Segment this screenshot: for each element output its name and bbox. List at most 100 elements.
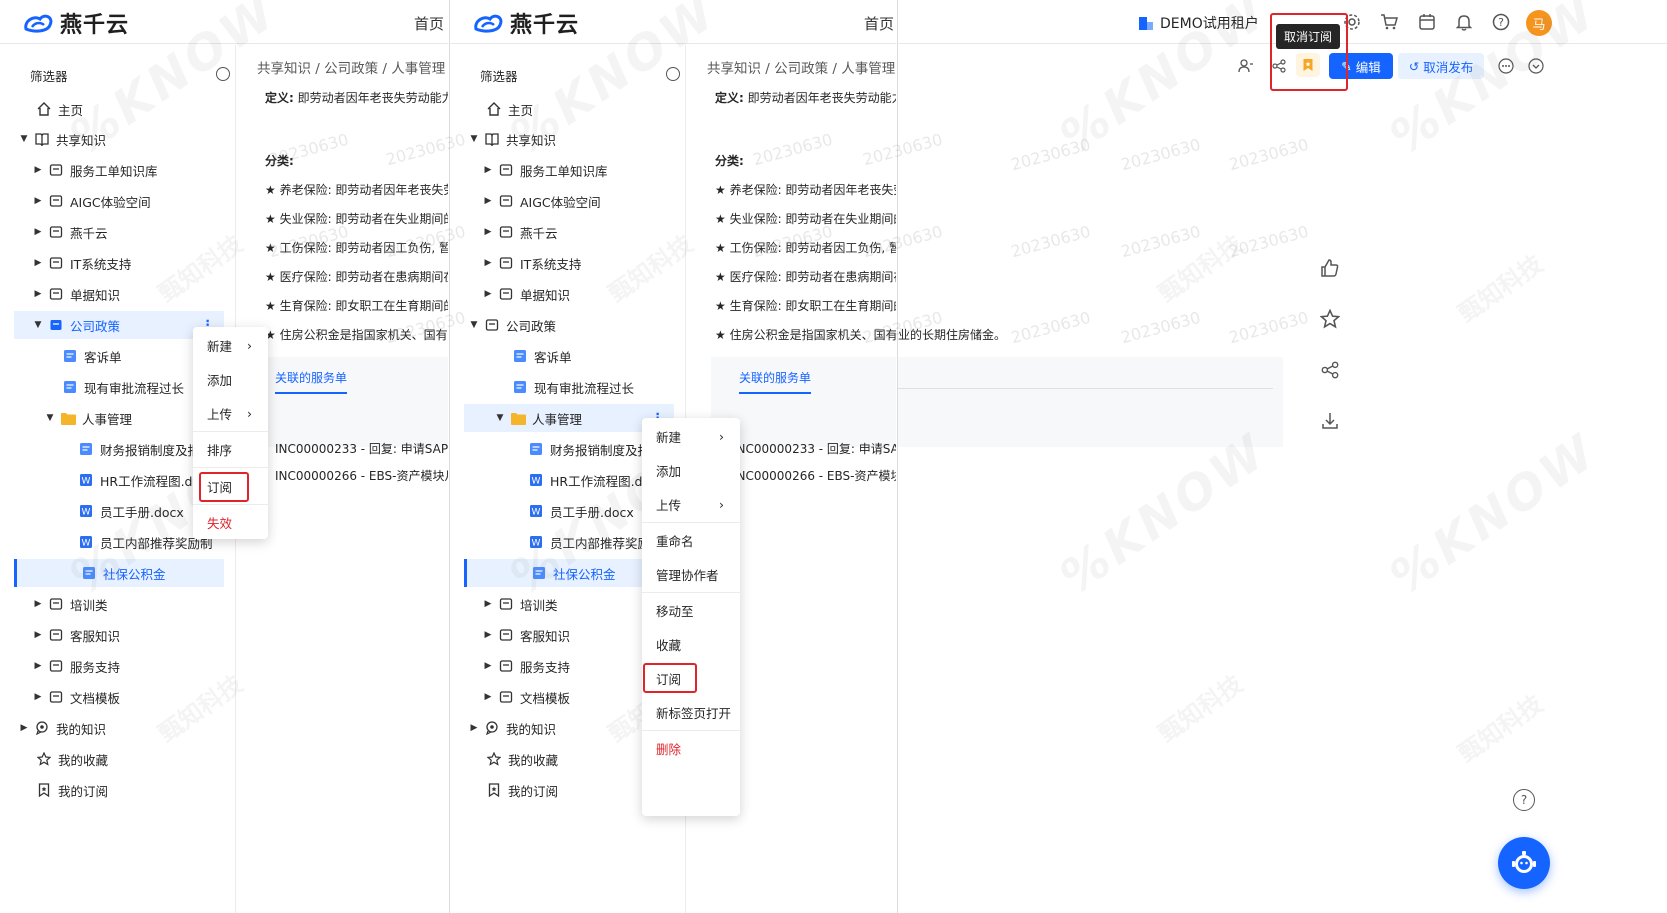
caret-right-icon[interactable]: ▶ bbox=[482, 692, 494, 702]
nav-home[interactable]: 首页 bbox=[414, 13, 444, 34]
menu-add[interactable]: 添加 bbox=[193, 363, 268, 395]
caret-right-icon[interactable]: ▶ bbox=[32, 165, 44, 175]
caret-right-icon[interactable]: ▶ bbox=[32, 258, 44, 268]
caret-right-icon[interactable]: ▶ bbox=[32, 289, 44, 299]
menu-new[interactable]: 新建 › bbox=[642, 420, 740, 452]
unpublish-button[interactable]: ↺ 取消发布 bbox=[1398, 53, 1484, 79]
caret-right-icon[interactable]: ▶ bbox=[482, 630, 494, 640]
sidebar-item-template[interactable]: ▶ 文档模板 bbox=[32, 683, 120, 711]
sidebar-item-service[interactable]: ▶ 服务支持 bbox=[32, 652, 120, 680]
menu-move[interactable]: 移动至 bbox=[642, 594, 740, 626]
caret-right-icon[interactable]: ▶ bbox=[32, 196, 44, 206]
menu-rename[interactable]: 重命名 bbox=[642, 524, 740, 556]
sidebar-item-ticket-kb[interactable]: ▶ 单据知识 bbox=[482, 280, 570, 308]
caret-down-icon[interactable]: ▼ bbox=[468, 320, 480, 330]
sidebar-item-approval[interactable]: 现有审批流程过长 bbox=[62, 373, 184, 401]
sidebar-item-my-subscriptions[interactable]: 我的订阅 bbox=[486, 776, 558, 804]
menu-new-tab[interactable]: 新标签页打开 bbox=[642, 696, 740, 728]
caret-right-icon[interactable]: ▶ bbox=[18, 723, 30, 733]
sidebar-item-approval[interactable]: 现有审批流程过长 bbox=[512, 373, 634, 401]
collapse-icon[interactable] bbox=[1526, 56, 1546, 76]
caret-right-icon[interactable]: ▶ bbox=[482, 165, 494, 175]
sidebar-item-my-favorites[interactable]: 我的收藏 bbox=[36, 745, 108, 773]
tenant-switch[interactable]: DEMO试用租户 bbox=[1138, 13, 1259, 33]
caret-right-icon[interactable]: ▶ bbox=[482, 289, 494, 299]
assistant-bot-button[interactable] bbox=[1498, 837, 1550, 889]
sidebar-item-my-favorites[interactable]: 我的收藏 bbox=[486, 745, 558, 773]
sidebar-item-hr-flow[interactable]: W HR工作流程图.doc bbox=[528, 466, 657, 494]
nav-home[interactable]: 首页 bbox=[864, 13, 894, 34]
menu-sort[interactable]: 排序 bbox=[193, 433, 268, 465]
sidebar-item-hr[interactable]: ▼ 人事管理 bbox=[44, 404, 132, 432]
menu-collaborators[interactable]: 管理协作者 bbox=[642, 558, 740, 590]
sidebar-item-my-knowledge[interactable]: ▶ 我的知识 bbox=[18, 714, 106, 742]
help-icon[interactable]: ? bbox=[1491, 12, 1511, 32]
filter-settings-icon[interactable] bbox=[666, 67, 680, 81]
like-button[interactable] bbox=[1310, 248, 1350, 288]
download-button[interactable] bbox=[1310, 401, 1350, 441]
sidebar-item-service[interactable]: ▶ 服务支持 bbox=[482, 652, 570, 680]
sidebar-item-it[interactable]: ▶ IT系统支持 bbox=[32, 249, 132, 277]
sidebar-item-complaint[interactable]: 客诉单 bbox=[62, 342, 122, 370]
caret-right-icon[interactable]: ▶ bbox=[32, 661, 44, 671]
sidebar-item-my-subscriptions[interactable]: 我的订阅 bbox=[36, 776, 108, 804]
caret-right-icon[interactable]: ▶ bbox=[482, 258, 494, 268]
sidebar-item-customer[interactable]: ▶ 客服知识 bbox=[32, 621, 120, 649]
caret-down-icon[interactable]: ▼ bbox=[494, 413, 506, 423]
sidebar-item-yanqianyun[interactable]: ▶ 燕千云 bbox=[482, 218, 558, 246]
sidebar-item-template[interactable]: ▶ 文档模板 bbox=[482, 683, 570, 711]
sidebar-item-it[interactable]: ▶ IT系统支持 bbox=[482, 249, 582, 277]
sidebar-item-aigc[interactable]: ▶ AIGC体验空间 bbox=[32, 187, 151, 215]
menu-invalid[interactable]: 失效 bbox=[193, 506, 268, 538]
caret-right-icon[interactable]: ▶ bbox=[32, 227, 44, 237]
calendar-icon[interactable] bbox=[1417, 12, 1437, 32]
help-float-button[interactable]: ? bbox=[1513, 789, 1535, 811]
sidebar-item-ticket-kb[interactable]: ▶ 单据知识 bbox=[32, 280, 120, 308]
related-item[interactable]: INC00000266 - EBS-资产模块月结 bbox=[733, 467, 896, 484]
breadcrumb-item[interactable]: 人事管理 bbox=[841, 61, 895, 77]
cart-icon[interactable] bbox=[1379, 12, 1399, 32]
menu-upload[interactable]: 上传 › bbox=[193, 397, 268, 429]
sidebar-item-complaint[interactable]: 客诉单 bbox=[512, 342, 572, 370]
related-item[interactable]: INC00000233 - 回复: 申请SAP系统 bbox=[275, 440, 448, 457]
app-logo[interactable]: 燕千云 bbox=[472, 7, 579, 39]
caret-right-icon[interactable]: ▶ bbox=[482, 196, 494, 206]
caret-right-icon[interactable]: ▶ bbox=[482, 599, 494, 609]
caret-right-icon[interactable]: ▶ bbox=[32, 692, 44, 702]
sidebar-item-training[interactable]: ▶ 培训类 bbox=[482, 590, 558, 618]
menu-delete[interactable]: 删除 bbox=[642, 732, 740, 764]
sidebar-item-service-kb[interactable]: ▶ 服务工单知识库 bbox=[32, 156, 158, 184]
related-item[interactable]: INC00000233 - 回复: 申请SAP系统 bbox=[733, 440, 896, 457]
sidebar-item-handbook[interactable]: W 员工手册.docx bbox=[528, 497, 634, 525]
sidebar-item-my-knowledge[interactable]: ▶ 我的知识 bbox=[468, 714, 556, 742]
filter-settings-icon[interactable] bbox=[216, 67, 230, 81]
caret-right-icon[interactable]: ▶ bbox=[32, 599, 44, 609]
caret-right-icon[interactable]: ▶ bbox=[482, 227, 494, 237]
sidebar-item-customer[interactable]: ▶ 客服知识 bbox=[482, 621, 570, 649]
sidebar-item-aigc[interactable]: ▶ AIGC体验空间 bbox=[482, 187, 601, 215]
sidebar-item-training[interactable]: ▶ 培训类 bbox=[32, 590, 108, 618]
tab-related[interactable]: 关联的服务单 bbox=[275, 369, 348, 394]
collaborator-icon[interactable] bbox=[1236, 56, 1256, 76]
menu-upload[interactable]: 上传 › bbox=[642, 488, 740, 520]
tab-related[interactable]: 关联的服务单 bbox=[739, 369, 812, 394]
caret-down-icon[interactable]: ▼ bbox=[468, 134, 480, 144]
more-icon[interactable] bbox=[1496, 56, 1516, 76]
sidebar-item-social[interactable]: 社保公积金 bbox=[14, 559, 224, 587]
sidebar-item-service-kb[interactable]: ▶ 服务工单知识库 bbox=[482, 156, 608, 184]
caret-right-icon[interactable]: ▶ bbox=[482, 661, 494, 671]
breadcrumb-item[interactable]: 公司政策 bbox=[324, 61, 378, 77]
breadcrumb-item[interactable]: 共享知识 bbox=[257, 61, 311, 77]
breadcrumb-item[interactable]: 人事管理 bbox=[391, 61, 445, 77]
menu-new[interactable]: 新建 › bbox=[193, 329, 268, 361]
caret-right-icon[interactable]: ▶ bbox=[32, 630, 44, 640]
sidebar-item-shared[interactable]: ▼ 共享知识 bbox=[468, 125, 556, 153]
menu-favorite[interactable]: 收藏 bbox=[642, 628, 740, 660]
favorite-button[interactable] bbox=[1310, 299, 1350, 339]
caret-down-icon[interactable]: ▼ bbox=[18, 134, 30, 144]
sidebar-item-home[interactable]: 主页 bbox=[36, 95, 83, 123]
sidebar-item-shared[interactable]: ▼ 共享知识 bbox=[18, 125, 106, 153]
caret-down-icon[interactable]: ▼ bbox=[44, 413, 56, 423]
sidebar-item-hr-flow[interactable]: W HR工作流程图.doc bbox=[78, 466, 207, 494]
breadcrumb-item[interactable]: 公司政策 bbox=[774, 61, 828, 77]
